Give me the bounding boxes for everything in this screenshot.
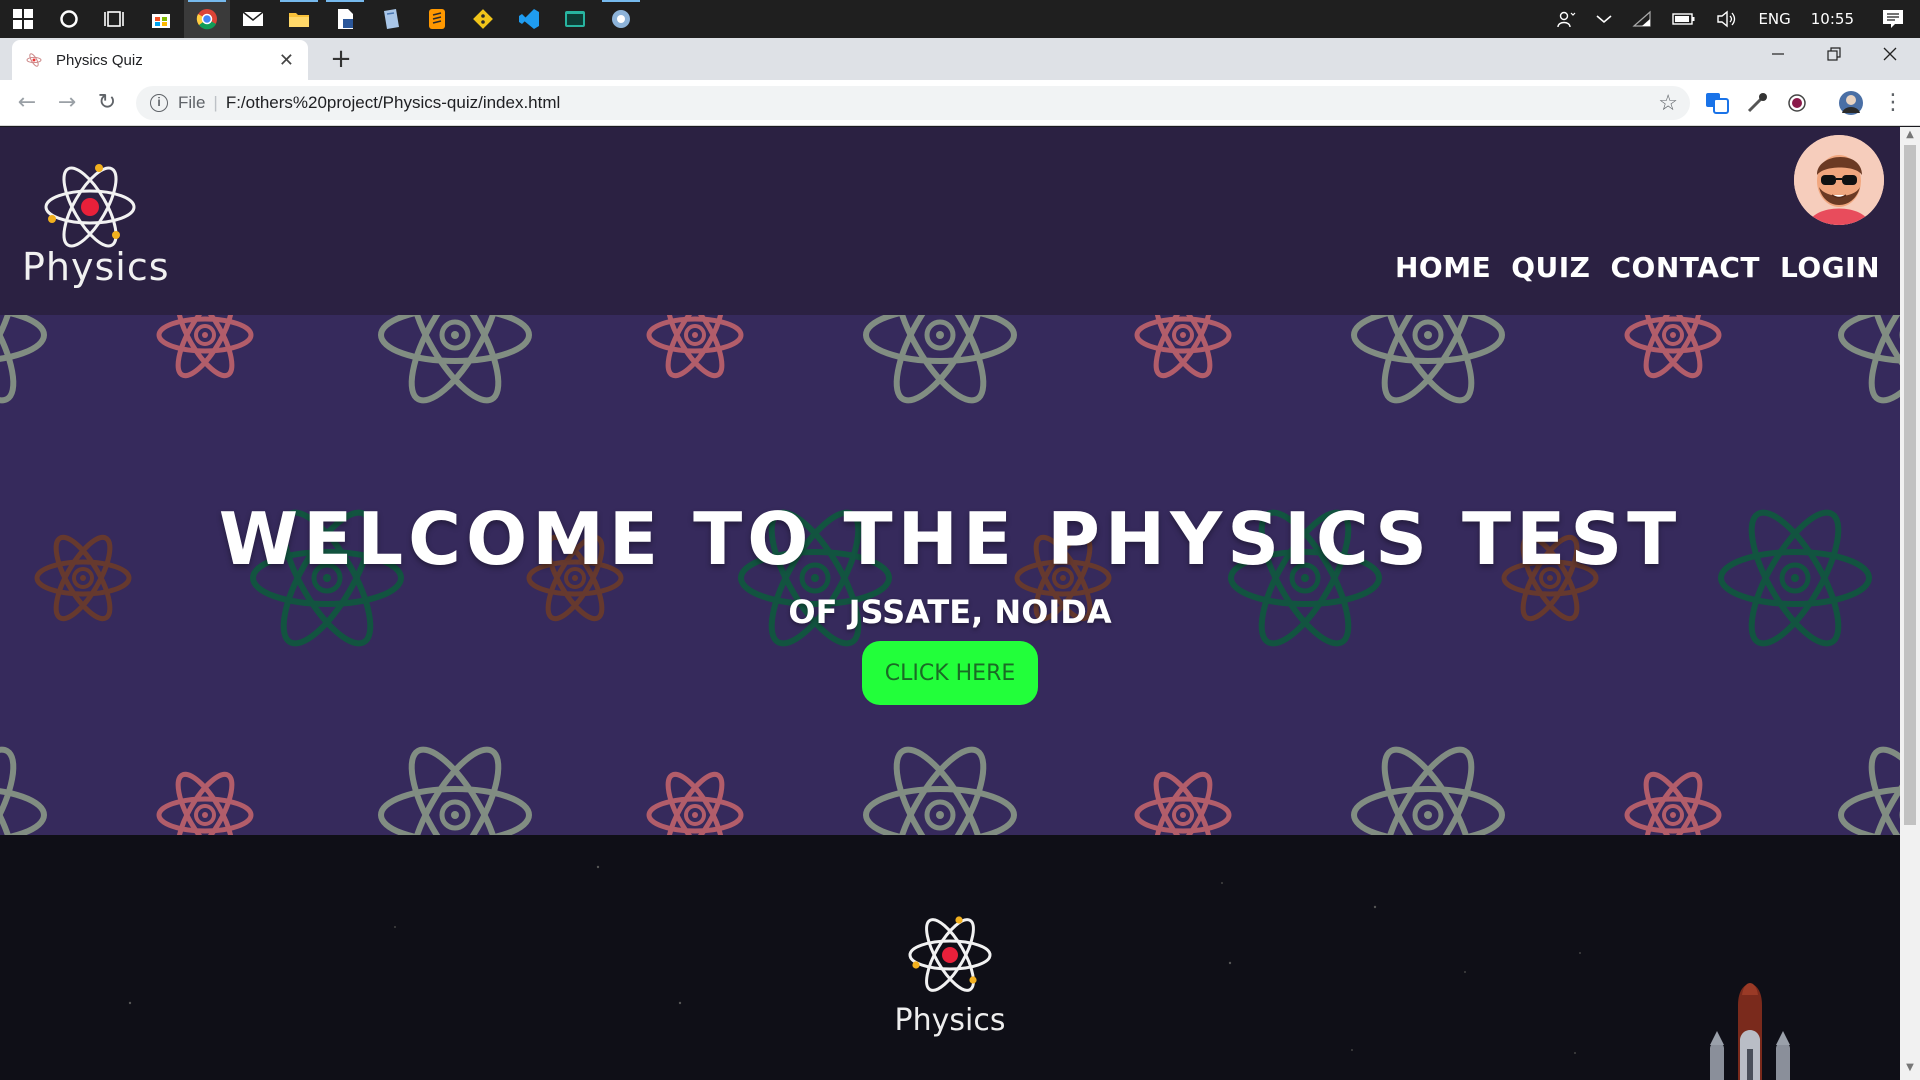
notes-app-icon[interactable] <box>368 0 414 38</box>
minimize-window-button[interactable] <box>1750 38 1806 74</box>
address-scheme: File <box>178 93 206 112</box>
git-icon[interactable] <box>460 0 506 38</box>
system-tray: ENG 10:55 <box>1546 0 1920 38</box>
scroll-up-arrow-icon[interactable]: ▲ <box>1900 129 1920 145</box>
page-viewport: Physics HOME QUIZ CONTACT LOGIN WELCOME … <box>0 127 1900 1080</box>
task-view-icon[interactable] <box>92 0 138 38</box>
address-separator: | <box>213 93 218 112</box>
site-header: Physics HOME QUIZ CONTACT LOGIN <box>0 127 1900 315</box>
sublime-text-icon[interactable] <box>414 0 460 38</box>
clock[interactable]: 10:55 <box>1801 0 1864 38</box>
main-navigation: HOME QUIZ CONTACT LOGIN <box>1395 251 1880 284</box>
tab-close-icon[interactable]: ✕ <box>279 50 294 71</box>
chrome-icon[interactable] <box>184 0 230 38</box>
tab-physics-quiz[interactable]: Physics Quiz ✕ <box>12 40 308 80</box>
forward-arrow-icon[interactable]: → <box>52 88 82 118</box>
notifications-icon[interactable] <box>1864 0 1920 38</box>
site-logo-text[interactable]: Physics <box>22 245 170 289</box>
settings-app-icon[interactable] <box>598 0 644 38</box>
page-scrollbar[interactable]: ▲ ▼ <box>1900 127 1920 1080</box>
people-icon[interactable] <box>1546 0 1586 38</box>
chevron-up-icon[interactable] <box>1586 0 1622 38</box>
scroll-down-arrow-icon[interactable]: ▼ <box>1900 1062 1920 1078</box>
nav-login[interactable]: LOGIN <box>1780 251 1880 284</box>
color-picker-extension-icon[interactable] <box>1744 90 1770 116</box>
store-icon[interactable] <box>138 0 184 38</box>
nav-contact[interactable]: CONTACT <box>1610 251 1760 284</box>
click-here-button[interactable]: CLICK HERE <box>862 641 1038 705</box>
browser-menu-icon[interactable]: ⋮ <box>1878 88 1908 118</box>
bookmark-star-icon[interactable]: ☆ <box>1658 90 1678 116</box>
file-explorer-icon[interactable] <box>276 0 322 38</box>
footer-atom-logo-icon[interactable] <box>897 903 1003 1013</box>
site-info-icon[interactable]: i <box>150 94 168 112</box>
favicon-icon <box>26 53 42 67</box>
browser-tab-strip: Physics Quiz ✕ + <box>0 38 1920 80</box>
cortana-icon[interactable] <box>46 0 92 38</box>
mail-icon[interactable] <box>230 0 276 38</box>
footer-logo-text: Physics <box>894 1003 1006 1038</box>
hero-subtitle: OF JSSATE, NOIDA <box>788 593 1112 631</box>
terminal-app-icon[interactable] <box>552 0 598 38</box>
profile-avatar-icon[interactable] <box>1838 90 1864 116</box>
close-window-button[interactable] <box>1862 38 1918 74</box>
battery-icon[interactable] <box>1662 0 1706 38</box>
hero-title: WELCOME TO THE PHYSICS TEST <box>218 497 1682 581</box>
rocket-icon <box>1710 983 1790 1080</box>
translate-extension-icon[interactable] <box>1704 90 1730 116</box>
document-app-icon[interactable] <box>322 0 368 38</box>
address-bar[interactable]: i File | F:/others%20project/Physics-qui… <box>136 86 1690 120</box>
nav-quiz[interactable]: QUIZ <box>1511 251 1590 284</box>
nav-home[interactable]: HOME <box>1395 251 1491 284</box>
address-url[interactable]: F:/others%20project/Physics-quiz/index.h… <box>226 93 560 113</box>
restore-window-button[interactable] <box>1806 38 1862 74</box>
new-tab-button[interactable]: + <box>326 44 356 74</box>
vscode-icon[interactable] <box>506 0 552 38</box>
hero-section: WELCOME TO THE PHYSICS TEST OF JSSATE, N… <box>0 315 1900 835</box>
record-extension-icon[interactable] <box>1784 90 1810 116</box>
tab-title: Physics Quiz <box>56 51 143 69</box>
wifi-icon[interactable] <box>1622 0 1662 38</box>
back-arrow-icon[interactable]: ← <box>12 88 42 118</box>
volume-icon[interactable] <box>1706 0 1748 38</box>
windows-taskbar: ENG 10:55 <box>0 0 1920 38</box>
windows-start-icon[interactable] <box>0 0 46 38</box>
site-footer: Physics <box>0 835 1900 1080</box>
language-indicator[interactable]: ENG <box>1748 0 1800 38</box>
browser-toolbar: ← → ↻ i File | F:/others%20project/Physi… <box>0 80 1920 126</box>
user-avatar[interactable] <box>1794 135 1884 225</box>
scrollbar-thumb[interactable] <box>1904 145 1916 825</box>
reload-icon[interactable]: ↻ <box>92 88 122 118</box>
